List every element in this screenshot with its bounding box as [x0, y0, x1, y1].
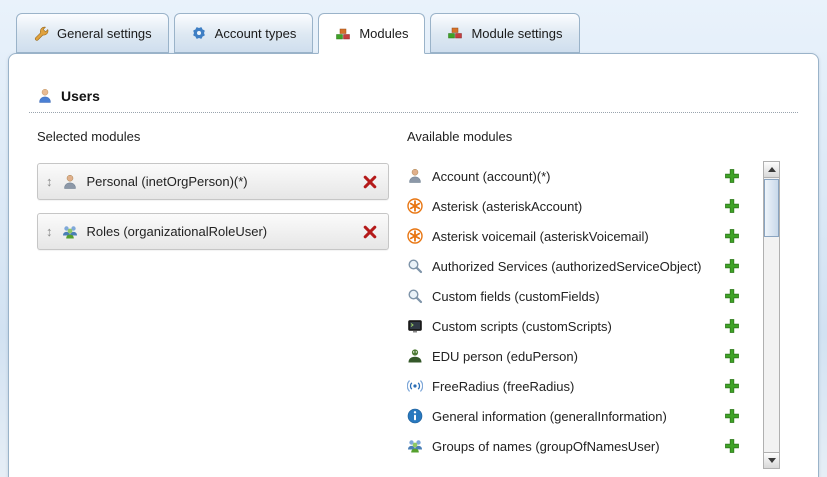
remove-module-button[interactable] [362, 224, 378, 240]
tab-label: Account types [215, 26, 297, 41]
drag-handle-icon[interactable]: ↕ [46, 175, 53, 188]
tab-label: Modules [359, 26, 408, 41]
available-module-row-edu-person: EDU person (eduPerson) [407, 341, 740, 371]
lam-config-page: General settings Account types Modules M… [0, 0, 827, 477]
available-module-label: Groups of names (groupOfNamesUser) [432, 439, 660, 454]
group-icon [62, 224, 78, 240]
add-icon [724, 288, 740, 304]
available-module-label: Asterisk (asteriskAccount) [432, 199, 582, 214]
selected-module-row-personal[interactable]: ↕ Personal (inetOrgPerson)(*) [37, 163, 389, 200]
available-module-label: Authorized Services (authorizedServiceOb… [432, 259, 702, 274]
add-module-button[interactable] [724, 438, 740, 454]
available-module-label: Account (account)(*) [432, 169, 551, 184]
available-module-label: FreeRadius (freeRadius) [432, 379, 574, 394]
add-icon [724, 348, 740, 364]
available-module-row-groups-of-names: Groups of names (groupOfNamesUser) [407, 431, 740, 461]
available-modules-column: Available modules Account (account)(*) [407, 129, 798, 461]
available-module-row-general-information: General information (generalInformation) [407, 401, 740, 431]
add-module-button[interactable] [724, 318, 740, 334]
scrollbar-thumb[interactable] [764, 179, 779, 237]
available-module-row-custom-scripts: Custom scripts (customScripts) [407, 311, 740, 341]
group-icon [407, 438, 423, 454]
available-module-label: EDU person (eduPerson) [432, 349, 578, 364]
person-icon [62, 174, 78, 190]
add-icon [724, 258, 740, 274]
add-icon [724, 378, 740, 394]
module-settings-icon [447, 25, 463, 41]
magnifier-icon [407, 288, 423, 304]
asterisk-icon [407, 228, 423, 244]
tab-modules[interactable]: Modules [318, 13, 425, 54]
arrow-down-icon [768, 458, 776, 463]
available-module-row-custom-fields: Custom fields (customFields) [407, 281, 740, 311]
terminal-icon [407, 318, 423, 334]
gear-icon [191, 25, 207, 41]
available-module-row-asterisk: Asterisk (asteriskAccount) [407, 191, 740, 221]
selected-module-label: Roles (organizationalRoleUser) [87, 224, 354, 239]
available-module-label: General information (generalInformation) [432, 409, 667, 424]
available-module-row-account: Account (account)(*) [407, 161, 740, 191]
delete-icon [362, 224, 378, 240]
add-icon [724, 318, 740, 334]
add-module-button[interactable] [724, 168, 740, 184]
info-icon [407, 408, 423, 424]
available-module-row-asterisk-voicemail: Asterisk voicemail (asteriskVoicemail) [407, 221, 740, 251]
arrow-up-icon [768, 167, 776, 172]
add-icon [724, 198, 740, 214]
tab-bar: General settings Account types Modules M… [16, 13, 580, 54]
drag-handle-icon[interactable]: ↕ [46, 225, 53, 238]
available-modules-heading: Available modules [407, 129, 740, 149]
modules-icon [335, 26, 351, 42]
magnifier-icon [407, 258, 423, 274]
available-module-label: Custom fields (customFields) [432, 289, 600, 304]
asterisk-icon [407, 198, 423, 214]
selected-modules-column: Selected modules ↕ Personal (inetOrgPers… [29, 129, 389, 461]
available-module-row-freeradius: FreeRadius (freeRadius) [407, 371, 740, 401]
add-module-button[interactable] [724, 288, 740, 304]
add-module-button[interactable] [724, 408, 740, 424]
scroll-up-button[interactable] [764, 162, 779, 178]
page-title: Users [61, 88, 100, 104]
antenna-icon [407, 378, 423, 394]
selected-modules-heading: Selected modules [37, 129, 389, 149]
users-section-header: Users [29, 88, 798, 113]
add-module-button[interactable] [724, 378, 740, 394]
add-icon [724, 438, 740, 454]
available-modules-list: Account (account)(*) Asterisk (asteriskA… [407, 161, 740, 461]
add-module-button[interactable] [724, 258, 740, 274]
person-icon [407, 168, 423, 184]
remove-module-button[interactable] [362, 174, 378, 190]
add-module-button[interactable] [724, 348, 740, 364]
add-icon [724, 168, 740, 184]
available-module-row-authorized-services: Authorized Services (authorizedServiceOb… [407, 251, 740, 281]
available-module-label: Custom scripts (customScripts) [432, 319, 612, 334]
tab-general-settings[interactable]: General settings [16, 13, 169, 53]
selected-module-row-roles[interactable]: ↕ Roles (organizationalRoleUser) [37, 213, 389, 250]
selected-modules-list: ↕ Personal (inetOrgPerson)(*) ↕ Roles (o… [37, 163, 389, 250]
tab-label: General settings [57, 26, 152, 41]
scroll-down-button[interactable] [764, 452, 779, 468]
tab-account-types[interactable]: Account types [174, 13, 314, 53]
add-icon [724, 228, 740, 244]
selected-module-label: Personal (inetOrgPerson)(*) [87, 174, 354, 189]
tab-module-settings[interactable]: Module settings [430, 13, 579, 53]
modules-panel: Users Selected modules ↕ Personal (inetO… [8, 53, 819, 477]
user-icon [37, 88, 53, 104]
add-module-button[interactable] [724, 198, 740, 214]
wrench-icon [33, 25, 49, 41]
vertical-scrollbar[interactable] [763, 161, 780, 469]
add-module-button[interactable] [724, 228, 740, 244]
delete-icon [362, 174, 378, 190]
edu-person-icon [407, 348, 423, 364]
tab-label: Module settings [471, 26, 562, 41]
available-module-label: Asterisk voicemail (asteriskVoicemail) [432, 229, 649, 244]
add-icon [724, 408, 740, 424]
